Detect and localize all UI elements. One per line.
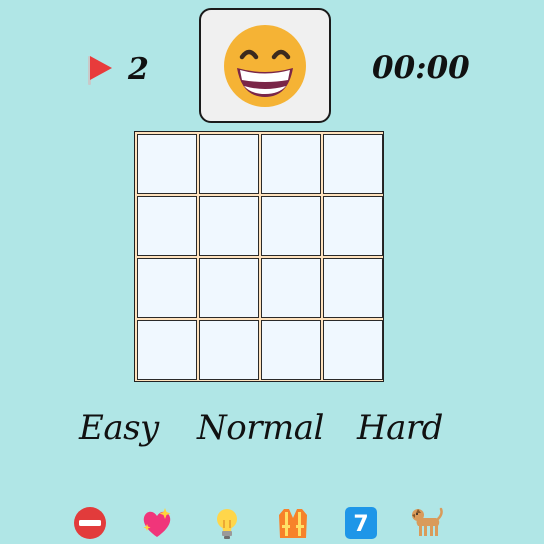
keycap-label: 7 [353, 512, 368, 537]
emoji-toolbar: 7 [0, 506, 544, 544]
light-bulb-icon[interactable] [210, 506, 244, 540]
flags-remaining: 2 [128, 52, 149, 87]
board-cell[interactable] [137, 320, 197, 380]
reset-face-button[interactable] [199, 8, 331, 123]
board-cell[interactable] [323, 134, 383, 194]
board-cell[interactable] [323, 196, 383, 256]
timer-display: 00:00 [372, 50, 470, 86]
board-cell[interactable] [199, 196, 259, 256]
flag-counter: 2 [84, 52, 149, 88]
board-cell[interactable] [261, 134, 321, 194]
dog-icon[interactable] [410, 506, 444, 540]
difficulty-normal-button[interactable]: Normal [197, 403, 324, 453]
board-cell[interactable] [137, 134, 197, 194]
board-cell[interactable] [323, 258, 383, 318]
board-cell[interactable] [261, 258, 321, 318]
difficulty-hard-button[interactable]: Hard [357, 403, 443, 453]
board-cell[interactable] [199, 134, 259, 194]
minesweeper-game: 2 00:00 Easy Normal Hard 7 [0, 0, 544, 544]
difficulty-easy-button[interactable]: Easy [79, 403, 159, 453]
no-entry-icon[interactable] [73, 506, 107, 540]
board-cell[interactable] [323, 320, 383, 380]
game-board [134, 131, 384, 382]
beaming-face-icon [224, 24, 306, 107]
board-cell[interactable] [137, 258, 197, 318]
safety-vest-icon[interactable] [276, 506, 310, 540]
difficulty-selector: Easy Normal Hard [0, 403, 544, 453]
board-cell[interactable] [199, 320, 259, 380]
sparkling-heart-icon[interactable] [140, 506, 174, 540]
board-cell[interactable] [199, 258, 259, 318]
board-cell[interactable] [137, 196, 197, 256]
board-cell[interactable] [261, 320, 321, 380]
triangular-flag-icon [84, 53, 114, 87]
keycap-seven-icon[interactable]: 7 [344, 506, 378, 540]
board-cell[interactable] [261, 196, 321, 256]
